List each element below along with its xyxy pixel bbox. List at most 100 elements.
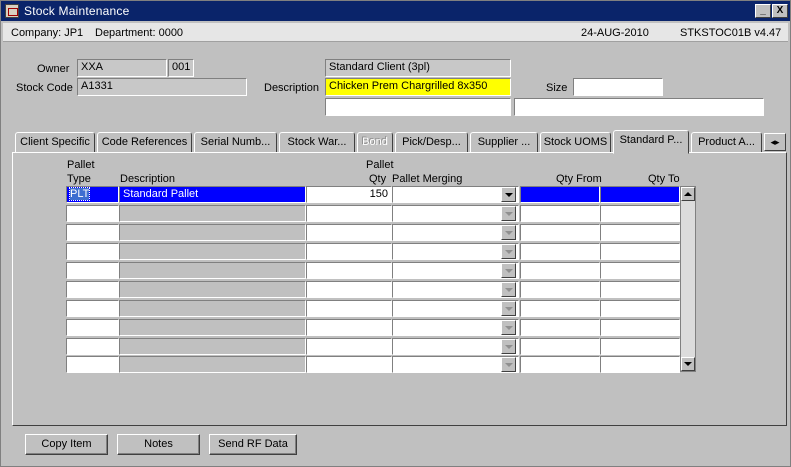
description-line2-field[interactable] — [325, 98, 511, 116]
empty-row-cell[interactable] — [520, 338, 600, 355]
empty-row-cell[interactable] — [392, 300, 519, 317]
empty-row-cell[interactable] — [600, 356, 680, 373]
empty-row-cell[interactable] — [306, 356, 392, 373]
dropdown-icon[interactable] — [501, 206, 516, 221]
empty-row-cell[interactable] — [392, 224, 519, 241]
row1-pallet-type-value: PLT — [68, 187, 91, 201]
owner-code-field[interactable]: XXA — [77, 59, 167, 77]
owner-number-field[interactable]: 001 — [168, 59, 194, 77]
empty-row-cell[interactable] — [306, 224, 392, 241]
tab-bond: Bond — [357, 132, 393, 153]
empty-row-cell[interactable] — [600, 281, 680, 298]
tab-product-attributes[interactable]: Product A... — [691, 132, 762, 153]
col-pallet-merging: Pallet Merging — [392, 173, 463, 185]
department-label: Department: 0000 — [95, 27, 184, 39]
empty-row-cell[interactable] — [306, 281, 392, 298]
empty-row-cell[interactable] — [66, 300, 119, 317]
empty-row-cell[interactable] — [392, 243, 519, 260]
description-line3-field[interactable] — [514, 98, 764, 116]
empty-row-cell[interactable] — [306, 205, 392, 222]
empty-row-cell[interactable] — [600, 205, 680, 222]
empty-row-cell[interactable] — [520, 281, 600, 298]
empty-row-cell[interactable] — [520, 300, 600, 317]
empty-row-cell[interactable] — [520, 243, 600, 260]
stock-code-field[interactable]: A1331 — [77, 78, 247, 96]
empty-row-cell[interactable] — [66, 281, 119, 298]
empty-row-cell[interactable] — [600, 243, 680, 260]
dropdown-icon[interactable] — [501, 244, 516, 259]
empty-row-cell[interactable] — [306, 338, 392, 355]
context-info-bar: Company: JP1 Department: 0000 24-AUG-201… — [3, 23, 788, 42]
close-button[interactable]: X — [772, 4, 788, 18]
col-pallet-type-line2: Type — [67, 173, 91, 185]
row1-pallet-merging[interactable] — [392, 186, 519, 203]
version-label: STKSTOC01B v4.47 — [680, 27, 782, 39]
scroll-down-arrow-icon[interactable] — [681, 357, 695, 371]
dropdown-icon[interactable] — [501, 320, 516, 335]
dropdown-icon[interactable] — [501, 282, 516, 297]
empty-row-cell[interactable] — [306, 262, 392, 279]
empty-row-cell[interactable] — [392, 262, 519, 279]
col-qty-to: Qty To — [648, 173, 680, 185]
row1-pallet-qty[interactable]: 150 — [306, 186, 392, 203]
row1-qty-to[interactable] — [600, 186, 680, 203]
tab-code-references[interactable]: Code References — [97, 132, 192, 153]
col-pallet-type-line1: Pallet — [67, 159, 95, 171]
row1-pallet-type[interactable]: PLT — [66, 186, 119, 203]
empty-row-cell[interactable] — [392, 319, 519, 336]
empty-row-cell[interactable] — [600, 319, 680, 336]
dropdown-icon[interactable] — [501, 357, 516, 372]
size-field[interactable] — [573, 78, 663, 96]
empty-row-cell[interactable] — [392, 281, 519, 298]
empty-row-cell[interactable] — [520, 224, 600, 241]
tab-supplier[interactable]: Supplier ... — [470, 132, 538, 153]
empty-row-cell[interactable] — [66, 243, 119, 260]
tab-serial-numbers[interactable]: Serial Numb... — [194, 132, 277, 153]
copy-item-button[interactable]: Copy Item — [25, 434, 108, 455]
stock-maintenance-window: Stock Maintenance _ X Company: JP1 Depar… — [0, 0, 791, 467]
minimize-button[interactable]: _ — [755, 4, 771, 18]
empty-row-cell[interactable] — [392, 338, 519, 355]
empty-row-cell[interactable] — [66, 262, 119, 279]
dropdown-icon[interactable] — [501, 339, 516, 354]
col-pallet-qty-line2: Qty — [369, 173, 387, 185]
empty-row-cell[interactable] — [600, 262, 680, 279]
tab-stock-warehouse[interactable]: Stock War... — [279, 132, 355, 153]
empty-row-cell[interactable] — [600, 224, 680, 241]
empty-row-cell[interactable] — [520, 205, 600, 222]
empty-row-cell[interactable] — [66, 356, 119, 373]
empty-row-cell[interactable] — [600, 338, 680, 355]
app-icon — [5, 4, 19, 18]
empty-row-cell[interactable] — [520, 319, 600, 336]
col-qty-from: Qty From — [556, 173, 602, 185]
empty-row-cell[interactable] — [520, 262, 600, 279]
tab-stock-uoms[interactable]: Stock UOMS — [540, 132, 611, 153]
description-field[interactable]: Chicken Prem Chargrilled 8x350 — [325, 78, 511, 96]
notes-button[interactable]: Notes — [117, 434, 200, 455]
empty-row-cell[interactable] — [392, 356, 519, 373]
send-rf-data-button[interactable]: Send RF Data — [209, 434, 297, 455]
empty-row-cell[interactable] — [66, 224, 119, 241]
empty-row-cell[interactable] — [600, 300, 680, 317]
tab-standard-pallets[interactable]: Standard P... — [613, 130, 689, 154]
empty-row-cell[interactable] — [66, 319, 119, 336]
tab-client-specific[interactable]: Client Specific — [15, 132, 95, 153]
row1-merging-dropdown-icon[interactable] — [501, 187, 516, 202]
empty-row-cell — [119, 356, 306, 373]
empty-row-cell[interactable] — [306, 300, 392, 317]
dropdown-icon[interactable] — [501, 225, 516, 240]
dropdown-icon[interactable] — [501, 301, 516, 316]
grid-vertical-scrollbar[interactable] — [680, 186, 696, 372]
scroll-up-arrow-icon[interactable] — [681, 187, 695, 201]
stock-code-label: Stock Code — [16, 82, 73, 94]
empty-row-cell[interactable] — [306, 319, 392, 336]
dropdown-icon[interactable] — [501, 263, 516, 278]
tab-pick-despatch[interactable]: Pick/Desp... — [395, 132, 468, 153]
empty-row-cell[interactable] — [306, 243, 392, 260]
empty-row-cell[interactable] — [66, 205, 119, 222]
row1-qty-from[interactable] — [520, 186, 600, 203]
empty-row-cell[interactable] — [392, 205, 519, 222]
tab-scroll-arrows-icon[interactable]: ◂▸ — [764, 133, 786, 151]
empty-row-cell[interactable] — [520, 356, 600, 373]
empty-row-cell[interactable] — [66, 338, 119, 355]
